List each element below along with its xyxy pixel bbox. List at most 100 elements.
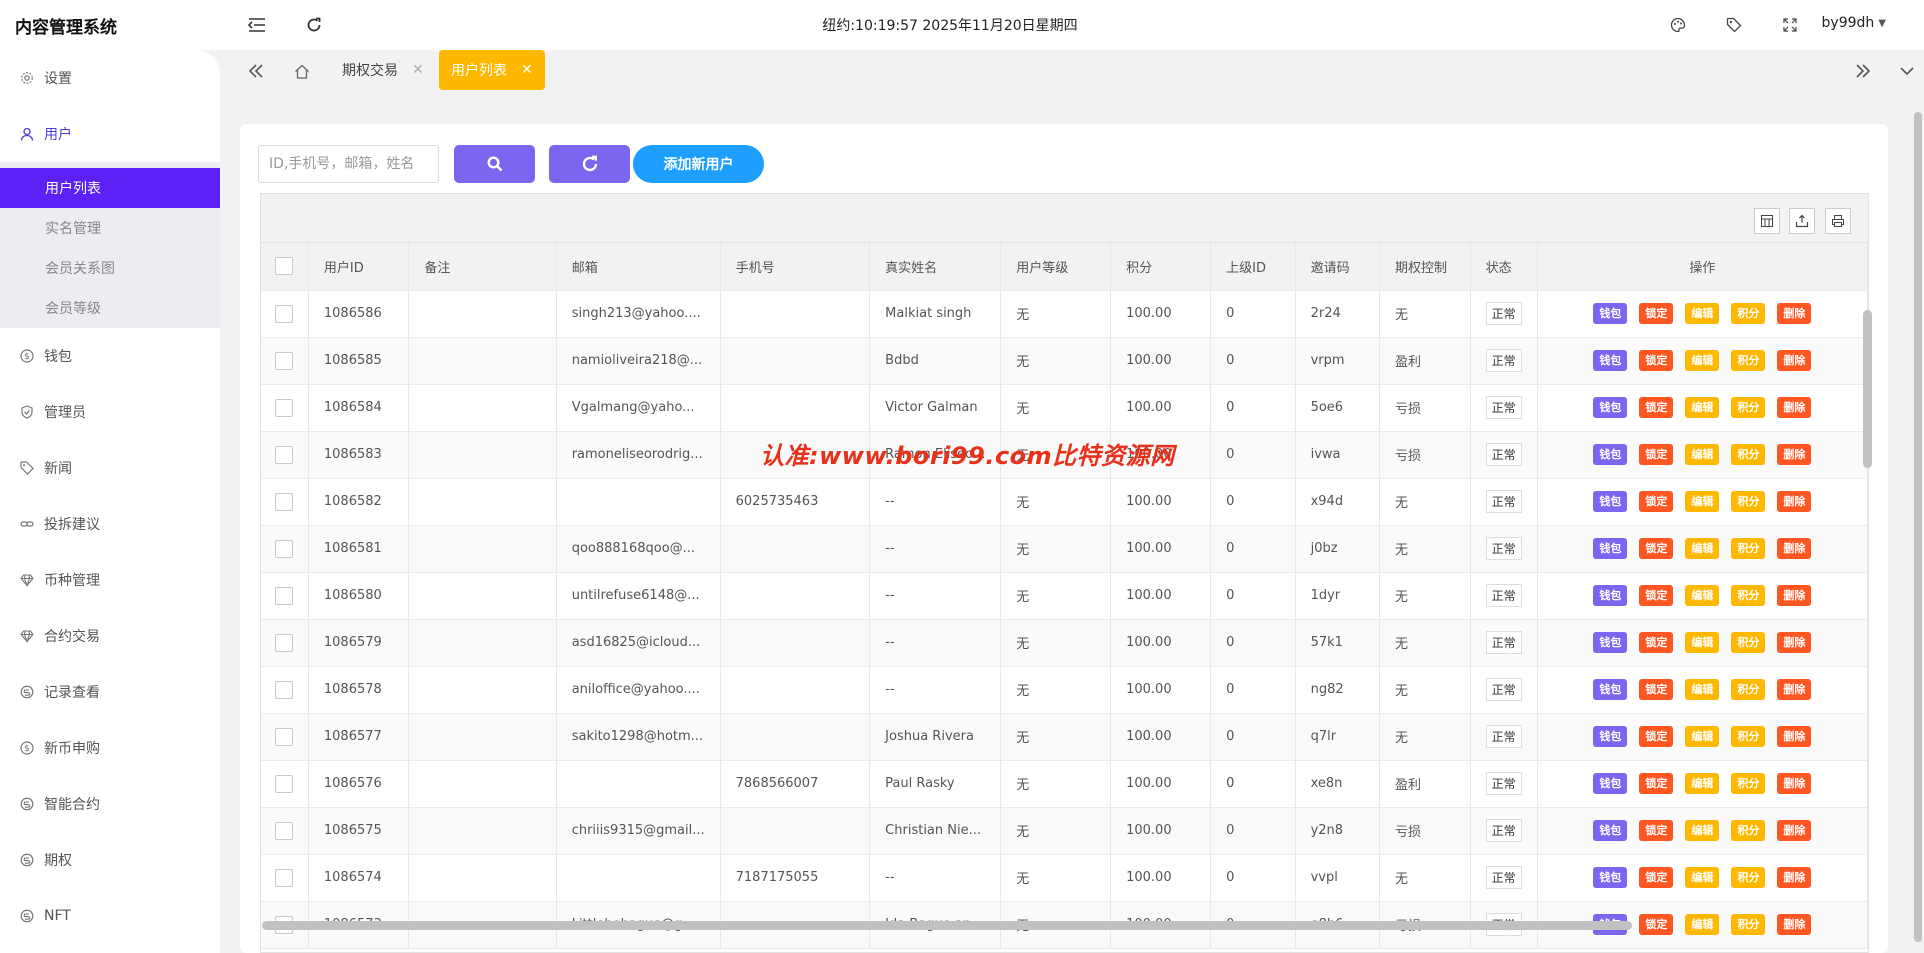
col-invite-code[interactable]: 邀请码 bbox=[1295, 243, 1380, 291]
wallet-button[interactable]: 钱包 bbox=[1593, 632, 1628, 653]
points-button[interactable]: 积分 bbox=[1731, 867, 1766, 888]
row-checkbox[interactable] bbox=[275, 821, 293, 840]
row-checkbox[interactable] bbox=[275, 304, 293, 323]
edit-button[interactable]: 编辑 bbox=[1685, 820, 1720, 841]
wallet-button[interactable]: 钱包 bbox=[1593, 444, 1628, 465]
points-button[interactable]: 积分 bbox=[1731, 914, 1766, 935]
submenu-real-name[interactable]: 实名管理 bbox=[0, 208, 220, 248]
tab-scroll-right-icon[interactable] bbox=[1852, 60, 1874, 82]
row-checkbox-cell[interactable] bbox=[261, 713, 309, 761]
edit-button[interactable]: 编辑 bbox=[1685, 491, 1720, 512]
delete-button[interactable]: 删除 bbox=[1777, 820, 1812, 841]
theme-palette-icon[interactable] bbox=[1667, 14, 1689, 36]
wallet-button[interactable]: 钱包 bbox=[1593, 538, 1628, 559]
wallet-button[interactable]: 钱包 bbox=[1593, 350, 1628, 371]
col-user-level[interactable]: 用户等级 bbox=[1000, 243, 1112, 291]
delete-button[interactable]: 删除 bbox=[1777, 679, 1812, 700]
wallet-button[interactable]: 钱包 bbox=[1593, 773, 1628, 794]
close-icon[interactable]: ✕ bbox=[521, 62, 533, 78]
edit-button[interactable]: 编辑 bbox=[1685, 397, 1720, 418]
points-button[interactable]: 积分 bbox=[1731, 632, 1766, 653]
points-button[interactable]: 积分 bbox=[1731, 726, 1766, 747]
sidebar-item-news[interactable]: 新闻 bbox=[0, 440, 220, 496]
lock-button[interactable]: 锁定 bbox=[1639, 491, 1674, 512]
col-phone[interactable]: 手机号 bbox=[720, 243, 871, 291]
lock-button[interactable]: 锁定 bbox=[1639, 397, 1674, 418]
row-checkbox[interactable] bbox=[275, 492, 293, 511]
row-checkbox[interactable] bbox=[275, 445, 293, 464]
delete-button[interactable]: 删除 bbox=[1777, 303, 1812, 324]
row-checkbox[interactable] bbox=[275, 398, 293, 417]
wallet-button[interactable]: 钱包 bbox=[1593, 397, 1628, 418]
submenu-user-list[interactable]: 用户列表 bbox=[0, 168, 220, 208]
col-option-control[interactable]: 期权控制 bbox=[1379, 243, 1471, 291]
row-checkbox-cell[interactable] bbox=[261, 384, 309, 432]
row-checkbox-cell[interactable] bbox=[261, 572, 309, 620]
row-checkbox[interactable] bbox=[275, 586, 293, 605]
delete-button[interactable]: 删除 bbox=[1777, 538, 1812, 559]
wallet-button[interactable]: 钱包 bbox=[1593, 820, 1628, 841]
row-checkbox-cell[interactable] bbox=[261, 854, 309, 902]
row-checkbox-cell[interactable] bbox=[261, 807, 309, 855]
edit-button[interactable]: 编辑 bbox=[1685, 538, 1720, 559]
submenu-member-graph[interactable]: 会员关系图 bbox=[0, 248, 220, 288]
export-icon[interactable] bbox=[1789, 208, 1815, 234]
close-icon[interactable]: ✕ bbox=[412, 62, 424, 78]
edit-button[interactable]: 编辑 bbox=[1685, 773, 1720, 794]
search-input[interactable] bbox=[258, 145, 439, 183]
row-checkbox[interactable] bbox=[275, 539, 293, 558]
lock-button[interactable]: 锁定 bbox=[1639, 914, 1674, 935]
lock-button[interactable]: 锁定 bbox=[1639, 538, 1674, 559]
delete-button[interactable]: 删除 bbox=[1777, 867, 1812, 888]
select-all-checkbox[interactable] bbox=[275, 257, 293, 276]
lock-button[interactable]: 锁定 bbox=[1639, 773, 1674, 794]
points-button[interactable]: 积分 bbox=[1731, 350, 1766, 371]
sidebar-item-suggestions[interactable]: 投拆建议 bbox=[0, 496, 220, 552]
tab-menu-chevron-down-icon[interactable] bbox=[1896, 60, 1918, 82]
wallet-button[interactable]: 钱包 bbox=[1593, 726, 1628, 747]
row-checkbox[interactable] bbox=[275, 633, 293, 652]
delete-button[interactable]: 删除 bbox=[1777, 726, 1812, 747]
lock-button[interactable]: 锁定 bbox=[1639, 632, 1674, 653]
sidebar-item-users[interactable]: 用户 bbox=[0, 106, 220, 162]
wallet-button[interactable]: 钱包 bbox=[1593, 491, 1628, 512]
fullscreen-icon[interactable] bbox=[1779, 14, 1801, 36]
edit-button[interactable]: 编辑 bbox=[1685, 444, 1720, 465]
delete-button[interactable]: 删除 bbox=[1777, 773, 1812, 794]
row-checkbox-cell[interactable] bbox=[261, 431, 309, 479]
row-checkbox-cell[interactable] bbox=[261, 666, 309, 714]
sidebar-item-currency[interactable]: 币种管理 bbox=[0, 552, 220, 608]
lock-button[interactable]: 锁定 bbox=[1639, 303, 1674, 324]
col-points[interactable]: 积分 bbox=[1110, 243, 1212, 291]
col-real-name[interactable]: 真实姓名 bbox=[869, 243, 1002, 291]
columns-filter-icon[interactable] bbox=[1754, 208, 1780, 234]
points-button[interactable]: 积分 bbox=[1731, 397, 1766, 418]
row-checkbox-cell[interactable] bbox=[261, 619, 309, 667]
submenu-member-level[interactable]: 会员等级 bbox=[0, 288, 220, 328]
print-icon[interactable] bbox=[1825, 208, 1851, 234]
delete-button[interactable]: 删除 bbox=[1777, 491, 1812, 512]
row-checkbox-cell[interactable] bbox=[261, 478, 309, 526]
sidebar-item-options[interactable]: 期权 bbox=[0, 832, 220, 888]
row-checkbox[interactable] bbox=[275, 727, 293, 746]
edit-button[interactable]: 编辑 bbox=[1685, 632, 1720, 653]
edit-button[interactable]: 编辑 bbox=[1685, 585, 1720, 606]
col-note[interactable]: 备注 bbox=[408, 243, 557, 291]
row-checkbox[interactable] bbox=[275, 774, 293, 793]
wallet-button[interactable]: 钱包 bbox=[1593, 867, 1628, 888]
sidebar-item-admin[interactable]: 管理员 bbox=[0, 384, 220, 440]
home-icon[interactable] bbox=[291, 60, 313, 82]
edit-button[interactable]: 编辑 bbox=[1685, 726, 1720, 747]
delete-button[interactable]: 删除 bbox=[1777, 585, 1812, 606]
user-menu[interactable]: by99dh ▼ bbox=[1822, 15, 1886, 31]
row-checkbox[interactable] bbox=[275, 351, 293, 370]
edit-button[interactable]: 编辑 bbox=[1685, 303, 1720, 324]
row-checkbox-cell[interactable] bbox=[261, 760, 309, 808]
wallet-button[interactable]: 钱包 bbox=[1593, 585, 1628, 606]
select-all-checkbox-cell[interactable] bbox=[261, 243, 309, 291]
edit-button[interactable]: 编辑 bbox=[1685, 867, 1720, 888]
delete-button[interactable]: 删除 bbox=[1777, 632, 1812, 653]
col-parent-id[interactable]: 上级ID bbox=[1210, 243, 1296, 291]
horizontal-scrollbar[interactable] bbox=[262, 921, 1632, 930]
col-status[interactable]: 状态 bbox=[1470, 243, 1538, 291]
